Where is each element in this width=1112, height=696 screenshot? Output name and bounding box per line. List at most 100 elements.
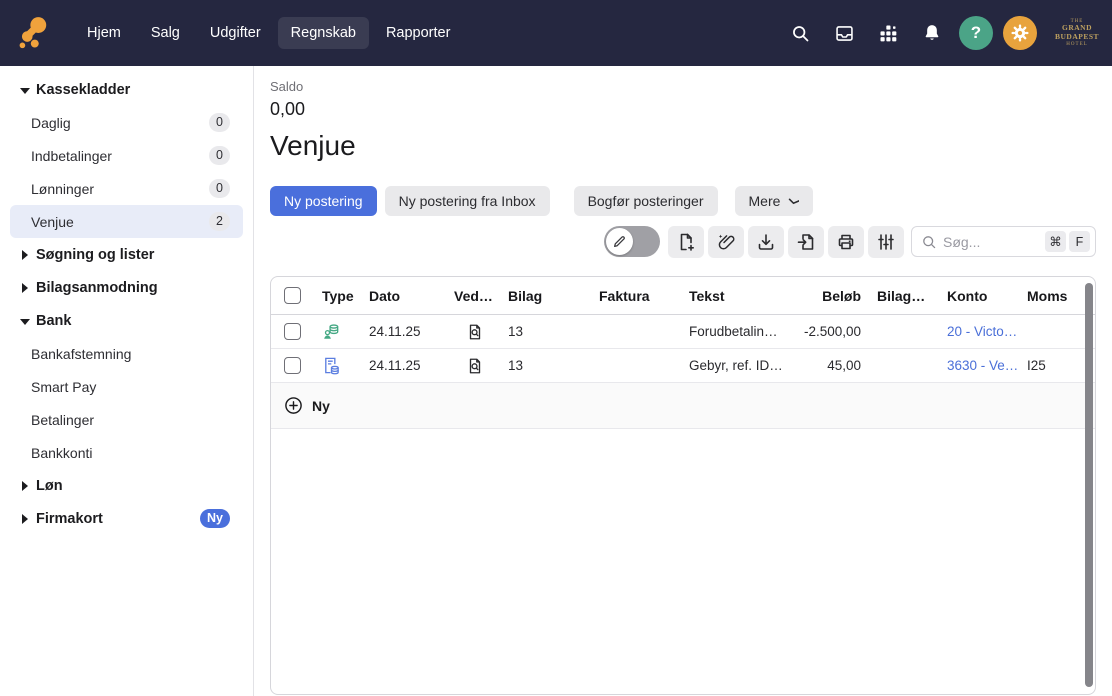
table-row[interactable]: 24.11.25 13 Forudbetalin… -2.500,00 20 -… <box>271 315 1095 349</box>
column-header-bilag2[interactable]: Bilag… <box>861 288 947 304</box>
column-header-ved[interactable]: Ved… <box>454 288 508 304</box>
nav-item-regnskab[interactable]: Regnskab <box>278 17 369 49</box>
sidebar-group-sogning-og-lister[interactable]: Søgning og lister <box>10 238 243 271</box>
company-logo-line: HOTEL <box>1049 42 1105 48</box>
cell-bilag: 13 <box>508 358 599 373</box>
attach-button[interactable] <box>708 226 744 258</box>
cell-tekst: Gebyr, ref. ID… <box>689 358 801 373</box>
select-all-checkbox[interactable] <box>284 287 301 304</box>
nav-item-hjem[interactable]: Hjem <box>74 17 134 49</box>
new-entry-from-inbox-button[interactable]: Ny postering fra Inbox <box>385 186 550 216</box>
sidebar-item-label: Bankafstemning <box>31 346 131 362</box>
chevron-down-icon <box>20 85 30 95</box>
sidebar-item-label: Smart Pay <box>31 379 96 395</box>
attachment-preview-icon[interactable] <box>466 323 484 341</box>
column-header-dato[interactable]: Dato <box>369 288 454 304</box>
column-header-bilag[interactable]: Bilag <box>508 288 599 304</box>
sidebar-group-label: Firmakort <box>36 511 103 527</box>
sidebar-group-label: Søgning og lister <box>36 247 154 263</box>
table-row[interactable]: 24.11.25 13 Gebyr, ref. ID… 45,00 3630 -… <box>271 349 1095 383</box>
chevron-right-icon <box>20 283 30 293</box>
help-button[interactable]: ? <box>959 16 993 50</box>
column-header-belob[interactable]: Beløb <box>801 288 861 304</box>
cell-tekst: Forudbetalin… <box>689 324 801 339</box>
chevron-down-icon <box>788 198 799 205</box>
sidebar-group-firmakort[interactable]: Firmakort Ny <box>10 502 243 535</box>
apps-button[interactable] <box>871 16 905 50</box>
economic-logo[interactable] <box>18 16 48 50</box>
search-button[interactable] <box>783 16 817 50</box>
toggle-knob <box>606 228 633 255</box>
sidebar-group-kassekladder[interactable]: Kassekladder <box>10 73 243 106</box>
paperclip-sparkle-icon <box>716 232 736 252</box>
inbox-button[interactable] <box>827 16 861 50</box>
nav-item-salg[interactable]: Salg <box>138 17 193 49</box>
column-header-konto[interactable]: Konto <box>947 288 1027 304</box>
entries-table: Type Dato Ved… Bilag Faktura Tekst Beløb… <box>270 276 1096 695</box>
table-header: Type Dato Ved… Bilag Faktura Tekst Beløb… <box>271 277 1095 315</box>
top-navigation: Hjem Salg Udgifter Regnskab Rapporter <box>0 0 1112 66</box>
konto-link[interactable]: 20 - Victo… <box>947 324 1017 339</box>
more-button[interactable]: Mere <box>735 186 814 216</box>
sidebar-group-bank[interactable]: Bank <box>10 304 243 337</box>
bell-icon <box>922 23 942 43</box>
nav-right-controls: ? THE GRAND BUDAPEST HOTEL <box>783 16 1105 50</box>
nav-item-udgifter[interactable]: Udgifter <box>197 17 274 49</box>
export-document-button[interactable] <box>788 226 824 258</box>
count-badge: 0 <box>209 113 230 132</box>
sidebar-item-daglig[interactable]: Daglig 0 <box>10 106 243 139</box>
sidebar: Kassekladder Daglig 0 Indbetalinger 0 Lø… <box>0 66 254 696</box>
sidebar-group-bilagsanmodning[interactable]: Bilagsanmodning <box>10 271 243 304</box>
download-button[interactable] <box>748 226 784 258</box>
search-icon <box>790 23 811 44</box>
konto-link[interactable]: 3630 - Ve… <box>947 358 1018 373</box>
column-settings-button[interactable] <box>868 226 904 258</box>
edit-mode-toggle[interactable] <box>604 226 660 257</box>
new-entry-row[interactable]: Ny <box>271 383 1095 429</box>
attachment-preview-icon[interactable] <box>466 357 484 375</box>
chevron-right-icon <box>20 514 30 524</box>
document-export-icon <box>796 232 816 252</box>
company-logo[interactable]: THE GRAND BUDAPEST HOTEL <box>1049 19 1105 48</box>
search-field[interactable]: ⌘ F <box>911 226 1096 257</box>
chevron-down-icon <box>20 316 30 326</box>
f-key: F <box>1069 231 1090 252</box>
column-header-faktura[interactable]: Faktura <box>599 288 689 304</box>
column-header-type[interactable]: Type <box>320 288 369 304</box>
table-scrollbar[interactable] <box>1085 283 1093 687</box>
count-badge: 0 <box>209 179 230 198</box>
column-header-tekst[interactable]: Tekst <box>689 288 801 304</box>
notifications-button[interactable] <box>915 16 949 50</box>
sidebar-group-label: Bank <box>36 313 71 329</box>
toolbar-buttons <box>668 226 904 258</box>
post-entries-button[interactable]: Bogfør posteringer <box>574 186 718 216</box>
sidebar-item-smart-pay[interactable]: Smart Pay <box>10 370 243 403</box>
sidebar-item-bankafstemning[interactable]: Bankafstemning <box>10 337 243 370</box>
fee-document-icon <box>322 356 341 375</box>
row-checkbox[interactable] <box>284 357 301 374</box>
sidebar-item-indbetalinger[interactable]: Indbetalinger 0 <box>10 139 243 172</box>
cell-dato: 24.11.25 <box>369 358 454 373</box>
new-entry-button[interactable]: Ny postering <box>270 186 377 216</box>
sliders-icon <box>876 232 896 252</box>
sidebar-group-lon[interactable]: Løn <box>10 469 243 502</box>
count-badge: 2 <box>209 212 230 231</box>
sidebar-item-label: Indbetalinger <box>31 148 112 164</box>
sidebar-item-label: Venjue <box>31 214 74 230</box>
customer-payment-icon <box>322 322 341 341</box>
settings-button[interactable] <box>1003 16 1037 50</box>
column-header-moms[interactable]: Moms <box>1027 288 1077 304</box>
sidebar-item-venjue[interactable]: Venjue 2 <box>10 205 243 238</box>
cmd-key: ⌘ <box>1045 231 1066 252</box>
main-menu: Hjem Salg Udgifter Regnskab Rapporter <box>74 17 463 49</box>
row-checkbox[interactable] <box>284 323 301 340</box>
sidebar-item-lonninger[interactable]: Lønninger 0 <box>10 172 243 205</box>
sidebar-item-bankkonti[interactable]: Bankkonti <box>10 436 243 469</box>
search-input[interactable] <box>943 234 1042 250</box>
chevron-right-icon <box>20 250 30 260</box>
inbox-icon <box>834 23 855 44</box>
nav-item-rapporter[interactable]: Rapporter <box>373 17 463 49</box>
print-button[interactable] <box>828 226 864 258</box>
sidebar-item-betalinger[interactable]: Betalinger <box>10 403 243 436</box>
new-document-button[interactable] <box>668 226 704 258</box>
